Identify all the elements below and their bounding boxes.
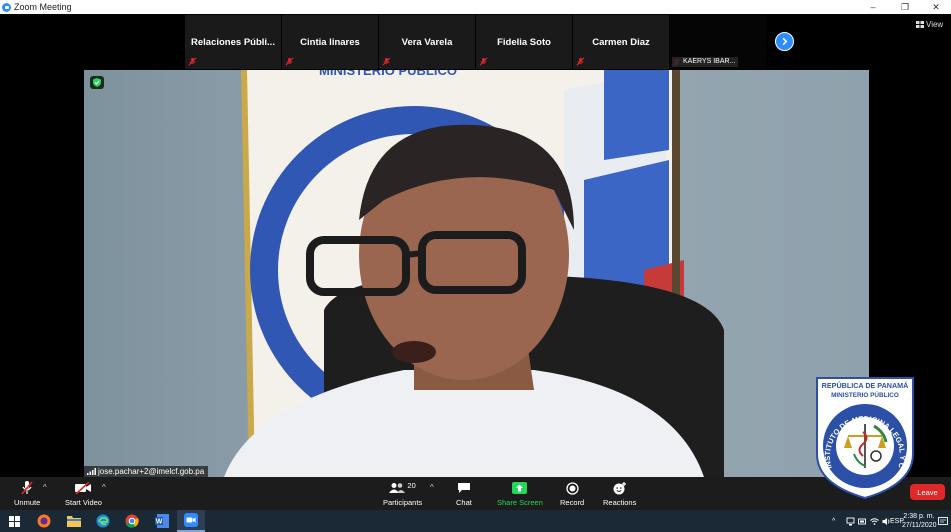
tray-icons[interactable]	[846, 510, 891, 532]
encryption-shield-icon[interactable]	[90, 76, 104, 89]
participant-strip: Relaciones Públi... Cintia linares Vera …	[0, 14, 951, 70]
participant-tile[interactable]: Carmen Diaz	[573, 15, 669, 69]
participants-count: 20	[407, 480, 416, 490]
participant-tile[interactable]: Cintia linares	[282, 15, 378, 69]
muted-mic-icon	[576, 57, 585, 66]
taskbar-firefox[interactable]	[30, 510, 58, 532]
unmute-button[interactable]: Unmute	[14, 479, 40, 507]
firefox-icon	[37, 514, 51, 528]
tray-overflow-caret[interactable]: ^	[832, 510, 835, 532]
clock-date: 27/11/2020	[902, 522, 937, 529]
record-button[interactable]: Record	[560, 479, 584, 507]
muted-mic-icon	[479, 57, 488, 66]
file-explorer-icon	[67, 516, 81, 527]
svg-text:W: W	[156, 519, 163, 526]
taskbar-zoom[interactable]	[177, 510, 205, 532]
banner-text: MINISTERIO PUBLICO	[319, 70, 457, 78]
view-label: View	[926, 20, 944, 29]
speaker-name-label: jose.pachar+2@imelcf.gob.pa	[84, 466, 209, 477]
record-icon	[565, 481, 579, 495]
speaker-video-frame: MINISTERIO PUBLICO	[84, 70, 869, 477]
institute-logo: REPÚBLICA DE PANAMÁ MINISTERIO PÚBLICO I…	[814, 376, 914, 500]
start-video-button[interactable]: Start Video	[65, 479, 102, 507]
participants-options-caret[interactable]: ^	[430, 483, 434, 492]
notification-center-button[interactable]	[938, 510, 948, 532]
window-title: Zoom Meeting	[14, 2, 72, 12]
battery-icon	[858, 518, 866, 524]
share-screen-button[interactable]: Share Screen	[497, 479, 543, 507]
word-icon: W	[155, 514, 169, 528]
video-off-icon	[75, 482, 92, 494]
zoom-app-icon	[2, 2, 11, 12]
participant-tile[interactable]: Relaciones Públi...	[185, 15, 281, 69]
muted-mic-icon	[21, 481, 33, 495]
smiley-plus-icon	[613, 481, 626, 494]
notification-icon	[938, 516, 948, 525]
participant-name: Carmen Diaz	[592, 37, 650, 48]
reactions-button[interactable]: Reactions	[603, 479, 636, 507]
participants-icon	[389, 483, 406, 493]
minimize-button[interactable]: –	[858, 0, 888, 14]
network-icon	[846, 517, 855, 525]
video-options-caret[interactable]: ^	[102, 483, 106, 492]
chat-icon	[457, 483, 470, 493]
taskbar-file-explorer[interactable]	[60, 510, 88, 532]
taskbar-clock[interactable]: 2:38 p. m. 27/11/2020	[902, 512, 937, 530]
participant-name: Vera Varela	[401, 37, 453, 48]
meeting-controls-toolbar: Unmute ^ Start Video ^ 20 Participants ^…	[0, 477, 951, 510]
participant-tile[interactable]: Fidelia Soto	[476, 15, 572, 69]
windows-start-icon	[8, 515, 20, 527]
taskbar-word[interactable]: W	[148, 510, 176, 532]
clock-time: 2:38 p. m.	[903, 513, 935, 520]
participant-tile[interactable]: Vera Varela	[379, 15, 475, 69]
participants-button[interactable]: 20 Participants	[383, 479, 422, 508]
grid-view-icon	[916, 21, 924, 28]
zoom-icon	[184, 513, 198, 527]
chevron-right-icon	[782, 37, 788, 46]
muted-mic-icon	[285, 57, 294, 66]
start-button[interactable]	[0, 510, 28, 532]
view-button[interactable]: View	[916, 20, 943, 29]
logo-line-2: MINISTERIO PÚBLICO	[831, 390, 899, 399]
participant-name: Cintia linares	[300, 37, 360, 48]
taskbar-edge[interactable]	[89, 510, 117, 532]
chat-button[interactable]: Chat	[456, 479, 472, 507]
muted-mic-icon	[188, 57, 197, 66]
taskbar-chrome[interactable]	[118, 510, 146, 532]
window-title-bar: Zoom Meeting – ❐ ✕	[0, 0, 951, 14]
wifi-icon	[870, 517, 879, 525]
logo-line-1: REPÚBLICA DE PANAMÁ	[822, 381, 909, 390]
chrome-icon	[125, 514, 139, 528]
participant-video-tile[interactable]: KAERYS IBAR...	[670, 15, 766, 69]
participant-name: Relaciones Públi...	[191, 37, 275, 48]
share-screen-icon	[512, 482, 528, 494]
participant-name: KAERYS IBAR...	[672, 57, 739, 67]
audio-options-caret[interactable]: ^	[43, 483, 47, 492]
signal-strength-icon	[87, 468, 96, 475]
edge-icon	[96, 514, 110, 528]
muted-mic-icon	[382, 57, 391, 66]
next-page-button[interactable]	[775, 32, 794, 51]
active-speaker-video[interactable]: MINISTERIO PUBLICO jose.pachar+2@imelcf.…	[84, 70, 869, 477]
close-window-button[interactable]: ✕	[921, 0, 951, 14]
restore-button[interactable]: ❐	[890, 0, 920, 14]
windows-taskbar: W ^ ESP 2:38 p. m. 27/11/2020	[0, 510, 951, 532]
participant-name: Fidelia Soto	[497, 37, 551, 48]
